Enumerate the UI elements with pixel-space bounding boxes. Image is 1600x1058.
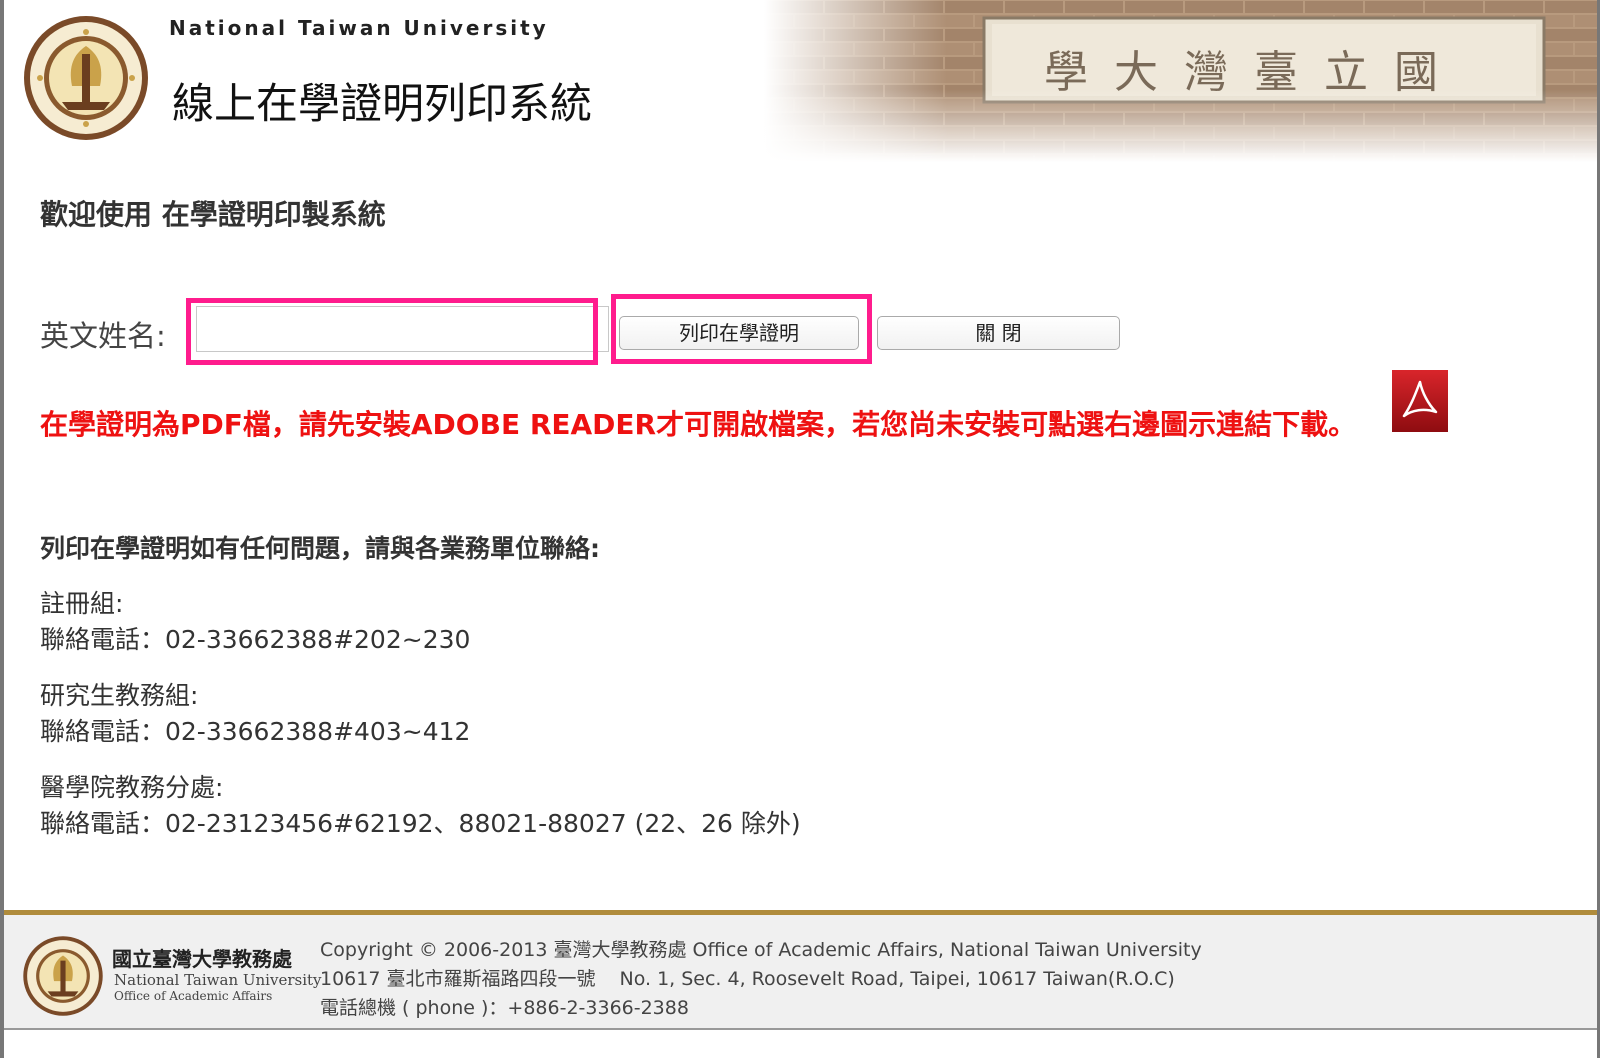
unit-name: 研究生教務組: (40, 681, 199, 710)
unit-name: 醫學院教務分處: (40, 773, 224, 802)
contact-heading: 列印在學證明如有任何問題，請與各業務單位聯絡: (40, 534, 600, 563)
unit-phone: 聯絡電話：02-33662388#403~412 (40, 717, 471, 746)
contact-unit-graduate: 研究生教務組: 聯絡電話：02-33662388#403~412 (40, 678, 470, 750)
unit-name: 註冊組: (40, 589, 124, 618)
header: National Taiwan University 線上在學證明列印系統 國立… (4, 0, 1597, 162)
university-name-en: National Taiwan University (169, 16, 549, 40)
address-en: No. 1, Sec. 4, Roosevelt Road, Taipei, 1… (619, 968, 1175, 990)
system-title: 線上在學證明列印系統 (172, 79, 593, 128)
banner-plaque-text: 國立臺灣大學 (1044, 47, 1464, 98)
unit-phone: 聯絡電話：02-23123456#62192、88021-88027 (22、2… (40, 809, 801, 838)
copyright-text: Copyright © 2006-2013 臺灣大學教務處 Office of … (320, 939, 1202, 961)
page: National Taiwan University 線上在學證明列印系統 國立… (0, 0, 1600, 1058)
dept-name-en: National Taiwan University (114, 971, 322, 989)
ntu-seal-icon (23, 936, 103, 1016)
adobe-reader-icon[interactable] (1392, 370, 1448, 432)
address-line: 10617 臺北市羅斯福路四段一號 No. 1, Sec. 4, Roosevel… (320, 964, 1175, 991)
highlight-print-button (611, 294, 872, 364)
close-button[interactable]: 關 閉 (877, 316, 1120, 350)
contact-unit-registration: 註冊組: 聯絡電話：02-33662388#202~230 (40, 586, 470, 658)
dept-subname-en: Office of Academic Affairs (114, 989, 273, 1003)
highlight-name-input (186, 298, 598, 365)
contact-unit-medical: 醫學院教務分處: 聯絡電話：02-23123456#62192、88021-88… (40, 770, 801, 842)
dept-name-zh: 國立臺灣大學教務處 (112, 947, 292, 971)
english-name-label: 英文姓名: (40, 319, 166, 353)
unit-phone: 聯絡電話：02-33662388#202~230 (40, 625, 471, 654)
footer-bottom-bar (4, 1028, 1597, 1058)
welcome-heading: 歡迎使用 在學證明印製系統 (40, 198, 386, 231)
ntu-seal-icon (24, 16, 148, 140)
pdf-notice: 在學證明為PDF檔，請先安裝ADOBE READER才可開啟檔案，若您尚未安裝可… (40, 408, 1357, 441)
address-zh: 10617 臺北市羅斯福路四段一號 (320, 968, 596, 990)
phone-text: 電話總機 ( phone )：+886-2-3366-2388 (320, 997, 689, 1019)
